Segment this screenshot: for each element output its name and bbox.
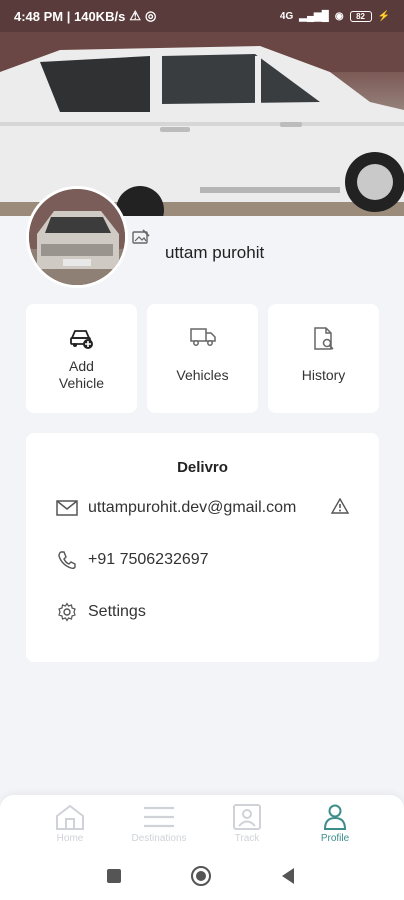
list-icon <box>144 806 174 828</box>
settings-row[interactable]: Settings <box>56 601 146 623</box>
recent-apps-button[interactable] <box>106 868 122 889</box>
nav-track-label: Track <box>234 833 260 844</box>
status-bar: 4:48 PM | 140KB/s ⚠ ◎ 4G ▂▄▆█ ◉ 82 ⚡ <box>0 0 404 32</box>
nav-destinations-label: Destinations <box>131 833 187 844</box>
add-vehicle-icon <box>69 330 93 349</box>
nav-profile[interactable]: Profile <box>290 803 380 844</box>
alert-icon: ⚠ <box>129 8 141 23</box>
network-label: 4G <box>279 10 294 22</box>
nav-profile-label: Profile <box>320 833 350 844</box>
mail-icon <box>56 497 78 519</box>
email-row[interactable]: uttampurohit.dev@gmail.com <box>56 497 296 519</box>
charging-icon: ⚡ <box>377 10 390 22</box>
warning-icon[interactable] <box>330 497 350 519</box>
phone-icon <box>56 549 78 571</box>
add-vehicle-label-1: Add <box>69 358 94 374</box>
track-icon <box>233 804 261 830</box>
email-text: uttampurohit.dev@gmail.com <box>88 499 297 516</box>
status-time: 4:48 PM | 140KB/s <box>14 8 126 24</box>
app-title: Delivro <box>177 459 228 476</box>
nav-track[interactable]: Track <box>202 803 292 844</box>
vehicles-button[interactable]: Vehicles <box>147 304 258 413</box>
battery-icon: 82 <box>349 10 372 22</box>
bottom-nav: Home Destinations Track Profile <box>0 795 404 855</box>
phone-text: +91 7506232697 <box>88 551 209 568</box>
gear-icon <box>56 601 78 623</box>
truck-icon <box>189 328 216 346</box>
battery-level: 82 <box>356 11 365 21</box>
history-button[interactable]: History <box>268 304 379 413</box>
add-vehicle-button[interactable]: Add Vehicle <box>26 304 137 413</box>
vpn-icon: ◎ <box>144 8 157 23</box>
add-vehicle-label-2: Vehicle <box>58 375 105 391</box>
nav-home[interactable]: Home <box>25 803 115 844</box>
profile-name: uttam purohit <box>165 243 265 262</box>
profile-icon <box>323 804 347 830</box>
phone-row[interactable]: +91 7506232697 <box>56 549 209 571</box>
back-button[interactable] <box>280 867 296 890</box>
system-nav-bar <box>0 855 404 900</box>
home-icon <box>56 804 84 830</box>
settings-text: Settings <box>88 603 146 620</box>
vehicles-label: Vehicles <box>176 367 229 383</box>
history-label: History <box>301 367 346 383</box>
profile-avatar[interactable] <box>26 186 128 288</box>
edit-photo-icon[interactable] <box>131 228 151 248</box>
nav-destinations[interactable]: Destinations <box>114 803 204 844</box>
home-button[interactable] <box>190 865 212 892</box>
document-search-icon <box>313 327 334 350</box>
info-card: Delivro uttampurohit.dev@gmail.com +91 7… <box>26 433 379 662</box>
signal-icon: ▂▄▆█ <box>299 10 329 22</box>
wifi-icon: ◉ <box>334 10 344 22</box>
nav-home-label: Home <box>56 833 84 844</box>
